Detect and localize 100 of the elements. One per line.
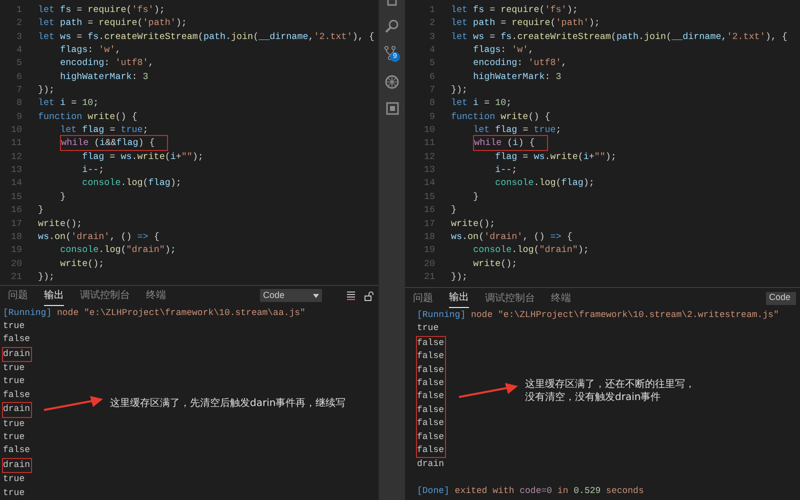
line-number: 14 (10, 176, 22, 190)
line-number: 10 (10, 123, 22, 136)
code-line: }); (451, 83, 468, 96)
code-line: function write() { (38, 110, 138, 124)
panel-tab[interactable]: 调试控制台 (485, 288, 535, 308)
line-number: 2 (428, 16, 435, 30)
code-line: flags: 'w', (473, 43, 534, 56)
annotation-text: 这里缓存区满了，先清空后触发darin事件再，继续写 (110, 396, 346, 410)
line-number: 21 (10, 270, 22, 284)
line-number: 21 (422, 270, 435, 284)
code-line: let fs = require('fs'); (38, 3, 165, 16)
code-line: highWaterMark: 3 (473, 70, 562, 84)
panel-tab[interactable]: 输出 (449, 288, 469, 308)
output-line: false (3, 388, 30, 402)
code-line: let path = require('path'); (38, 16, 187, 30)
code-line: console.log(flag); (82, 176, 182, 190)
code-line: flag = ws.write(i+""); (495, 150, 616, 164)
line-number: 19 (10, 243, 22, 257)
output-line: false (417, 444, 444, 457)
code-line: }); (451, 270, 468, 284)
output-line: drain (3, 348, 30, 361)
line-number: 3 (15, 30, 22, 44)
output-line: false (417, 336, 444, 350)
line-number: 9 (15, 110, 22, 124)
code-line: function write() { (451, 110, 550, 124)
code-line: }); (38, 270, 55, 284)
output-line: false (417, 430, 444, 444)
code-line: } (38, 203, 44, 216)
output-line: drain (3, 403, 30, 416)
code-line: encoding: 'utf8', (60, 56, 154, 70)
line-number: 8 (15, 96, 22, 110)
code-line: i--; (82, 163, 104, 176)
code-line: } (60, 190, 66, 204)
debug-icon[interactable] (385, 75, 399, 89)
line-number: 15 (422, 190, 435, 204)
caret-icon (313, 294, 319, 298)
output-line: true (417, 322, 439, 336)
code-line: let fs = require('fs'); (451, 3, 578, 16)
output-line: false (417, 404, 444, 417)
output-line: [Done] exited with code=0 in 0.529 seconds (417, 485, 645, 498)
code-line: console.log("drain"); (60, 243, 176, 257)
code-line: console.log(flag); (495, 176, 594, 190)
code-line: } (473, 190, 479, 204)
code-line: ws.on('drain', () => { (38, 230, 160, 244)
output-line: [Running] node "e:\ZLHProject\framework\10.stream\aa.js" (3, 306, 306, 320)
clear-output-icon[interactable] (346, 290, 356, 301)
line-number: 3 (428, 30, 435, 44)
files-icon[interactable] (385, 0, 399, 6)
line-number: 6 (428, 70, 435, 84)
line-number: 4 (428, 43, 435, 56)
extensions-icon[interactable] (386, 102, 398, 115)
code-line: write(); (38, 216, 82, 230)
line-number: 1 (15, 3, 22, 16)
line-number: 4 (15, 43, 22, 56)
code-line: i--; (495, 163, 518, 176)
line-number: 8 (428, 96, 435, 110)
line-number: 19 (422, 243, 435, 257)
line-number: 17 (10, 216, 22, 230)
code-line: let ws = fs.createWriteStream(path.join(__dirname,'2.txt'), { (38, 30, 374, 44)
panel-tab[interactable]: 终端 (146, 286, 166, 306)
line-number: 18 (422, 230, 435, 244)
panel-tab[interactable]: 终端 (551, 288, 571, 308)
code-line: }); (38, 83, 55, 96)
lock-icon[interactable] (364, 290, 374, 301)
output-line: true (3, 375, 25, 388)
output-line: drain (3, 458, 30, 472)
panel-tab[interactable]: 调试控制台 (80, 286, 130, 306)
output-line: [Running] node "e:\ZLHProject\framework\10.stream\2.writestream.js" (417, 309, 780, 322)
line-number: 12 (422, 150, 435, 164)
code-line: console.log("drain"); (473, 243, 589, 257)
line-number: 12 (10, 150, 22, 164)
line-number: 1 (428, 3, 435, 16)
code-line: let i = 10; (38, 96, 99, 110)
panel-tab[interactable]: 输出 (44, 286, 64, 306)
line-number: 9 (428, 110, 435, 124)
line-number: 5 (15, 56, 22, 70)
output-line: true (3, 362, 25, 376)
line-number: 16 (422, 203, 435, 216)
panel-tab[interactable]: 问题 (413, 288, 433, 308)
annotation-text: 没有清空，没有触发drain事件 (525, 391, 662, 404)
code-line: let path = require('path'); (451, 16, 600, 30)
line-number: 11 (10, 136, 22, 150)
code-line: let flag = true; (473, 123, 562, 136)
code-line: highWaterMark: 3 (60, 70, 148, 84)
annotation-text: 这里缓存区满了，还在不断的往里写， (525, 378, 695, 391)
output-channel-dropdown[interactable]: Code (260, 289, 322, 302)
code-line: flag = ws.write(i+""); (82, 150, 204, 164)
line-number: 18 (10, 230, 22, 244)
code-line: flags: 'w', (60, 43, 121, 56)
search-icon[interactable] (385, 19, 399, 33)
output-line: false (417, 376, 444, 390)
line-number: 16 (10, 203, 22, 216)
source-control-icon[interactable] (384, 46, 396, 60)
panel-tab[interactable]: 问题 (8, 286, 28, 306)
output-line: true (3, 431, 25, 444)
output-channel-dropdown[interactable]: Code (766, 292, 796, 304)
output-line: false (3, 333, 30, 346)
code-line: ws.on('drain', () => { (451, 230, 572, 244)
output-line: drain (417, 458, 444, 472)
output-line: false (417, 350, 444, 364)
